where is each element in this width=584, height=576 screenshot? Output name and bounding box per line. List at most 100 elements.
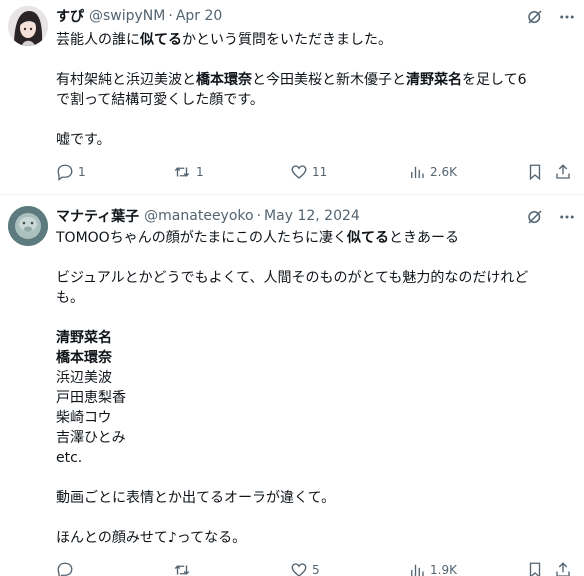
tweet-line	[56, 508, 572, 528]
display-name[interactable]: すぴ	[56, 6, 84, 26]
views-count: 1.9K	[430, 563, 457, 576]
text-segment: ビジュアルとかどうでもよくて、人間そのものがとても魅力的なのだけれど	[56, 270, 529, 286]
tweet-line: も。	[56, 288, 572, 308]
tweet-line	[56, 248, 572, 268]
text-segment: と今田美桜と新木優子と	[252, 72, 406, 88]
tweet-header-actions	[526, 8, 576, 26]
bold-text: 似てる	[347, 230, 389, 246]
like-icon	[290, 561, 308, 576]
tweet-line: で割って結構可愛くした顔です。	[56, 90, 572, 110]
text-segment: も。	[56, 290, 84, 306]
separator-dot: ·	[168, 8, 173, 24]
tweet-line	[56, 50, 572, 70]
repost-count: 1	[196, 165, 204, 179]
more-icon[interactable]	[558, 8, 576, 26]
tweet-actions: 5 1.9K	[56, 558, 576, 576]
reply-count: 1	[78, 165, 86, 179]
tweet-line: 橋本環奈	[56, 348, 572, 368]
repost-button[interactable]: 1	[172, 160, 204, 184]
tweet-header-actions	[526, 208, 576, 226]
tweet-line: 戸田恵梨香	[56, 388, 572, 408]
grok-icon[interactable]	[526, 8, 544, 26]
repost-button[interactable]	[172, 558, 196, 576]
tweet-header: マナティ葉子 @manateeyoko · May 12, 2024	[56, 206, 360, 226]
like-icon	[290, 163, 308, 181]
bold-text: 清野菜名	[406, 72, 462, 88]
avatar[interactable]	[8, 206, 48, 246]
text-segment: を足して6	[462, 72, 527, 88]
timestamp[interactable]: May 12, 2024	[264, 208, 360, 224]
bold-text: 橋本環奈	[196, 72, 252, 88]
display-name[interactable]: マナティ葉子	[56, 206, 139, 226]
tweet-line: 清野菜名	[56, 328, 572, 348]
text-segment: かという質問をいただきました。	[182, 32, 392, 48]
tweet-line: 芸能人の誰に似てるかという質問をいただきました。	[56, 30, 572, 50]
share-button[interactable]	[554, 160, 572, 184]
tweet-line: 吉澤ひとみ	[56, 428, 572, 448]
tweet-line	[56, 110, 572, 130]
more-icon[interactable]	[558, 208, 576, 226]
text-segment: 戸田恵梨香	[56, 390, 126, 406]
tweet-actions: 1 1 11 2.6K	[56, 160, 576, 184]
grok-icon[interactable]	[526, 208, 544, 226]
tweet-line: 嘘です。	[56, 130, 572, 150]
share-button[interactable]	[554, 558, 572, 576]
views-button[interactable]: 1.9K	[408, 558, 457, 576]
views-icon	[408, 561, 426, 576]
bookmark-icon	[526, 163, 544, 181]
reply-button[interactable]	[56, 558, 78, 576]
text-segment: 浜辺美波	[56, 370, 112, 386]
text-segment: TOMOOちゃんの顔がたまにこの人たちに凄く	[56, 230, 347, 246]
like-button[interactable]: 5	[290, 558, 320, 576]
tweet[interactable]: すぴ @swipyNM · Apr 20 芸能人の誰に似てるかという質問をいただ…	[0, 0, 584, 194]
handle[interactable]: @manateeyoko	[144, 208, 253, 224]
text-segment: 吉澤ひとみ	[56, 430, 126, 446]
like-count: 11	[312, 165, 328, 179]
bookmark-button[interactable]	[526, 558, 544, 576]
text-segment: etc.	[56, 450, 83, 466]
views-count: 2.6K	[430, 165, 457, 179]
tweet-header: すぴ @swipyNM · Apr 20	[56, 6, 222, 26]
views-icon	[408, 163, 426, 181]
text-segment: で割って結構可愛くした顔です。	[56, 92, 264, 108]
bookmark-button[interactable]	[526, 160, 544, 184]
bold-text: 似てる	[140, 32, 182, 48]
reply-button[interactable]: 1	[56, 160, 86, 184]
text-segment: 芸能人の誰に	[56, 32, 140, 48]
bookmark-icon	[526, 561, 544, 576]
tweet-line	[56, 468, 572, 488]
tweet-line: ビジュアルとかどうでもよくて、人間そのものがとても魅力的なのだけれど	[56, 268, 572, 288]
handle[interactable]: @swipyNM	[89, 8, 165, 24]
text-segment: ほんとの顔みせて♪ってなる。	[56, 530, 247, 546]
share-icon	[554, 561, 572, 576]
bold-text: 橋本環奈	[56, 350, 112, 366]
tweet-line	[56, 308, 572, 328]
reply-icon	[56, 163, 74, 181]
tweet-line: 有村架純と浜辺美波と橋本環奈と今田美桜と新木優子と清野菜名を足して6	[56, 70, 572, 90]
tweet-line: ほんとの顔みせて♪ってなる。	[56, 528, 572, 548]
text-segment: 有村架純と浜辺美波と	[56, 72, 196, 88]
bold-text: 清野菜名	[56, 330, 112, 346]
like-button[interactable]: 11	[290, 160, 327, 184]
tweet-line: 浜辺美波	[56, 368, 572, 388]
tweet-line: 柴崎コウ	[56, 408, 572, 428]
separator-dot: ·	[256, 208, 262, 224]
timestamp[interactable]: Apr 20	[176, 8, 222, 24]
reply-icon	[56, 561, 74, 576]
tweet-text: 芸能人の誰に似てるかという質問をいただきました。 有村架純と浜辺美波と橋本環奈と今…	[56, 30, 572, 150]
tweet[interactable]: マナティ葉子 @manateeyoko · May 12, 2024 TOMOO…	[0, 194, 584, 576]
views-button[interactable]: 2.6K	[408, 160, 457, 184]
like-count: 5	[312, 563, 320, 576]
share-icon	[554, 163, 572, 181]
text-segment: ときあーる	[389, 230, 459, 246]
repost-icon	[172, 163, 192, 181]
text-segment: 柴崎コウ	[56, 410, 112, 426]
text-segment: 動画ごとに表情とか出てるオーラが違くて。	[56, 490, 336, 506]
avatar[interactable]	[8, 6, 48, 46]
text-segment: 嘘です。	[56, 132, 111, 148]
tweet-text: TOMOOちゃんの顔がたまにこの人たちに凄く似てるときあーるビジュアルとかどうで…	[56, 228, 572, 548]
tweet-line: 動画ごとに表情とか出てるオーラが違くて。	[56, 488, 572, 508]
tweet-line: TOMOOちゃんの顔がたまにこの人たちに凄く似てるときあーる	[56, 228, 572, 248]
tweet-line: etc.	[56, 448, 572, 468]
repost-icon	[172, 561, 192, 576]
